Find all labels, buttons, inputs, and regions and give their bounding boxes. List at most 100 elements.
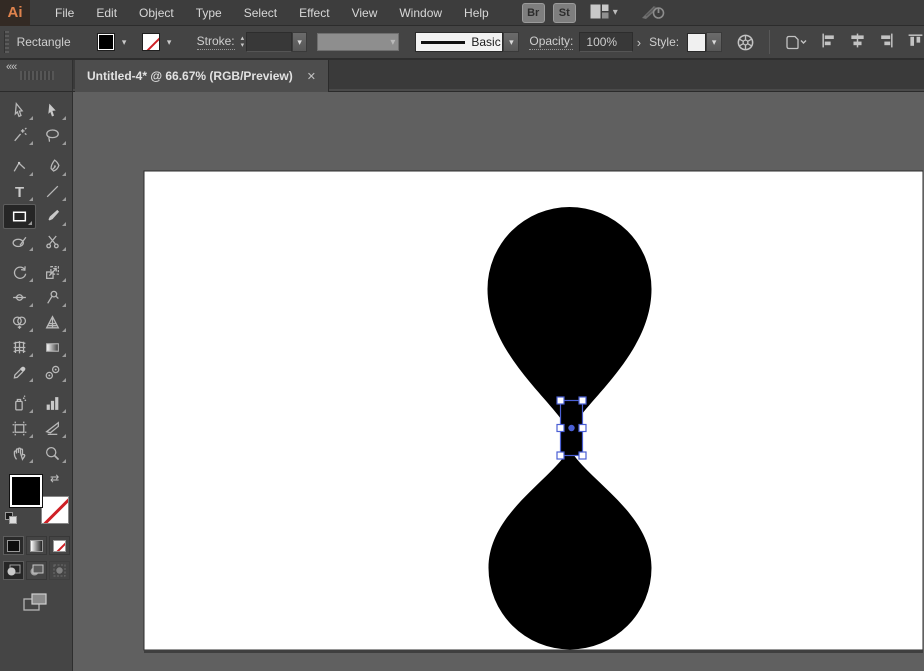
gradient-tool[interactable] [36, 335, 69, 360]
workspace-switcher-icon[interactable] [590, 4, 609, 22]
paintbrush-tool[interactable] [36, 204, 69, 229]
collapse-panel-icon[interactable]: «« [6, 61, 16, 73]
handle-top-left[interactable] [557, 397, 564, 404]
column-graph-tool[interactable] [36, 391, 69, 416]
opacity-field[interactable]: 100% [579, 32, 632, 52]
canvas-area[interactable] [73, 92, 924, 671]
draw-behind-icon[interactable] [26, 561, 47, 580]
stroke-chevron-icon[interactable]: ▾ [162, 33, 177, 51]
rotate-tool[interactable] [3, 260, 36, 285]
toolbar-dock-header: «« [0, 60, 73, 91]
selection-context-label: Rectangle [17, 35, 71, 49]
stroke-weight-label[interactable]: Stroke: [197, 34, 235, 50]
toolbar-grip[interactable] [20, 71, 54, 80]
opacity-label[interactable]: Opacity: [529, 34, 573, 50]
menu-object[interactable]: Object [128, 0, 185, 26]
style-label: Style: [649, 35, 679, 49]
stroke-indicator-none[interactable] [41, 496, 69, 524]
menu-type[interactable]: Type [185, 0, 233, 26]
graphic-style-select[interactable]: Style: ▾ [649, 32, 722, 52]
handle-top-right[interactable] [579, 397, 586, 404]
brush-preview[interactable]: Basic [415, 32, 503, 52]
stepper-up-icon[interactable]: ▴ [241, 35, 245, 42]
stroke-weight-stepper[interactable]: ▴ ▾ [241, 32, 245, 52]
artboard-tool[interactable] [3, 416, 36, 441]
selection-tool[interactable] [3, 98, 36, 123]
blend-tool[interactable] [36, 360, 69, 385]
close-tab-icon[interactable]: ✕ [307, 70, 316, 83]
fill-swatch[interactable] [97, 33, 115, 51]
rectangle-tool[interactable] [3, 204, 36, 229]
bridge-button[interactable]: Br [522, 3, 545, 23]
stroke-none-swatch[interactable] [142, 33, 160, 51]
direct-selection-tool[interactable] [36, 98, 69, 123]
perspective-grid-tool[interactable] [36, 310, 69, 335]
stock-button[interactable]: St [553, 3, 576, 23]
none-button[interactable] [49, 536, 70, 555]
align-right-icon[interactable] [878, 32, 895, 52]
shaper-tool[interactable] [3, 229, 36, 254]
handle-bottom-right[interactable] [579, 452, 586, 459]
stepper-down-icon[interactable]: ▾ [241, 42, 245, 49]
type-tool[interactable]: T [3, 179, 36, 204]
color-button[interactable] [3, 536, 24, 555]
line-segment-tool[interactable] [36, 179, 69, 204]
panel-grip[interactable] [4, 31, 9, 53]
puppet-warp-tool[interactable] [36, 285, 69, 310]
selection-center-point[interactable] [568, 425, 574, 431]
align-top-icon[interactable] [907, 32, 924, 52]
scale-tool[interactable] [36, 260, 69, 285]
tab-strip: «« Untitled-4* @ 66.67% (RGB/Preview) ✕ [0, 60, 924, 92]
symbol-sprayer-tool[interactable] [3, 391, 36, 416]
menu-view[interactable]: View [341, 0, 389, 26]
document-setup-icon[interactable] [784, 33, 808, 52]
width-tool[interactable] [3, 285, 36, 310]
menu-effect[interactable]: Effect [288, 0, 340, 26]
align-center-icon[interactable] [849, 32, 866, 52]
fill-chevron-icon[interactable]: ▾ [117, 33, 132, 51]
document-tab[interactable]: Untitled-4* @ 66.67% (RGB/Preview) ✕ [75, 60, 329, 92]
lasso-tool[interactable] [36, 123, 69, 148]
zoom-tool[interactable] [36, 441, 69, 466]
stroke-color-control[interactable]: ▾ [142, 33, 177, 51]
swap-fill-stroke-icon[interactable]: ⇄ [50, 472, 59, 485]
brush-chevron-icon[interactable]: ▾ [503, 32, 519, 52]
fill-color-control[interactable]: ▾ [97, 33, 132, 51]
menu-help[interactable]: Help [453, 0, 500, 26]
magic-wand-tool[interactable] [3, 123, 36, 148]
pen-tool[interactable] [36, 154, 69, 179]
style-swatch[interactable] [687, 33, 706, 52]
handle-mid-left[interactable] [557, 425, 564, 432]
menu-edit[interactable]: Edit [85, 0, 128, 26]
stroke-weight-chevron-icon[interactable]: ▾ [292, 32, 307, 52]
draw-normal-icon[interactable] [3, 561, 24, 580]
mesh-tool[interactable] [3, 335, 36, 360]
stroke-weight-field[interactable] [246, 32, 292, 52]
default-fill-stroke-icon[interactable] [5, 512, 19, 525]
brush-definition-select[interactable]: Basic ▾ [415, 32, 519, 52]
hand-tool[interactable] [3, 441, 36, 466]
menu-select[interactable]: Select [233, 0, 288, 26]
change-screen-mode-icon[interactable] [0, 592, 72, 614]
scissors-tool[interactable] [36, 229, 69, 254]
opacity-arrow-icon[interactable]: › [637, 35, 641, 50]
slice-tool[interactable] [36, 416, 69, 441]
fill-indicator[interactable] [9, 474, 43, 508]
gradient-button[interactable] [26, 536, 47, 555]
variable-width-profile-select: ▾ [317, 33, 400, 51]
curvature-tool[interactable] [3, 154, 36, 179]
eyedropper-tool[interactable] [3, 360, 36, 385]
recolor-artwork-icon[interactable] [736, 33, 755, 52]
style-chevron-icon[interactable]: ▾ [706, 32, 722, 52]
handle-mid-right[interactable] [579, 425, 586, 432]
chevron-down-icon[interactable]: ▾ [613, 7, 618, 18]
align-left-icon[interactable] [820, 32, 837, 52]
menu-quick-actions: Br St ▾ [522, 2, 666, 23]
align-controls [820, 32, 924, 52]
shape-builder-tool[interactable] [3, 310, 36, 335]
menu-window[interactable]: Window [388, 0, 453, 26]
menu-file[interactable]: File [44, 0, 85, 26]
menu-items: FileEditObjectTypeSelectEffectViewWindow… [44, 0, 500, 26]
illustrator-window: Ai FileEditObjectTypeSelectEffectViewWin… [0, 0, 924, 671]
handle-bottom-left[interactable] [557, 452, 564, 459]
